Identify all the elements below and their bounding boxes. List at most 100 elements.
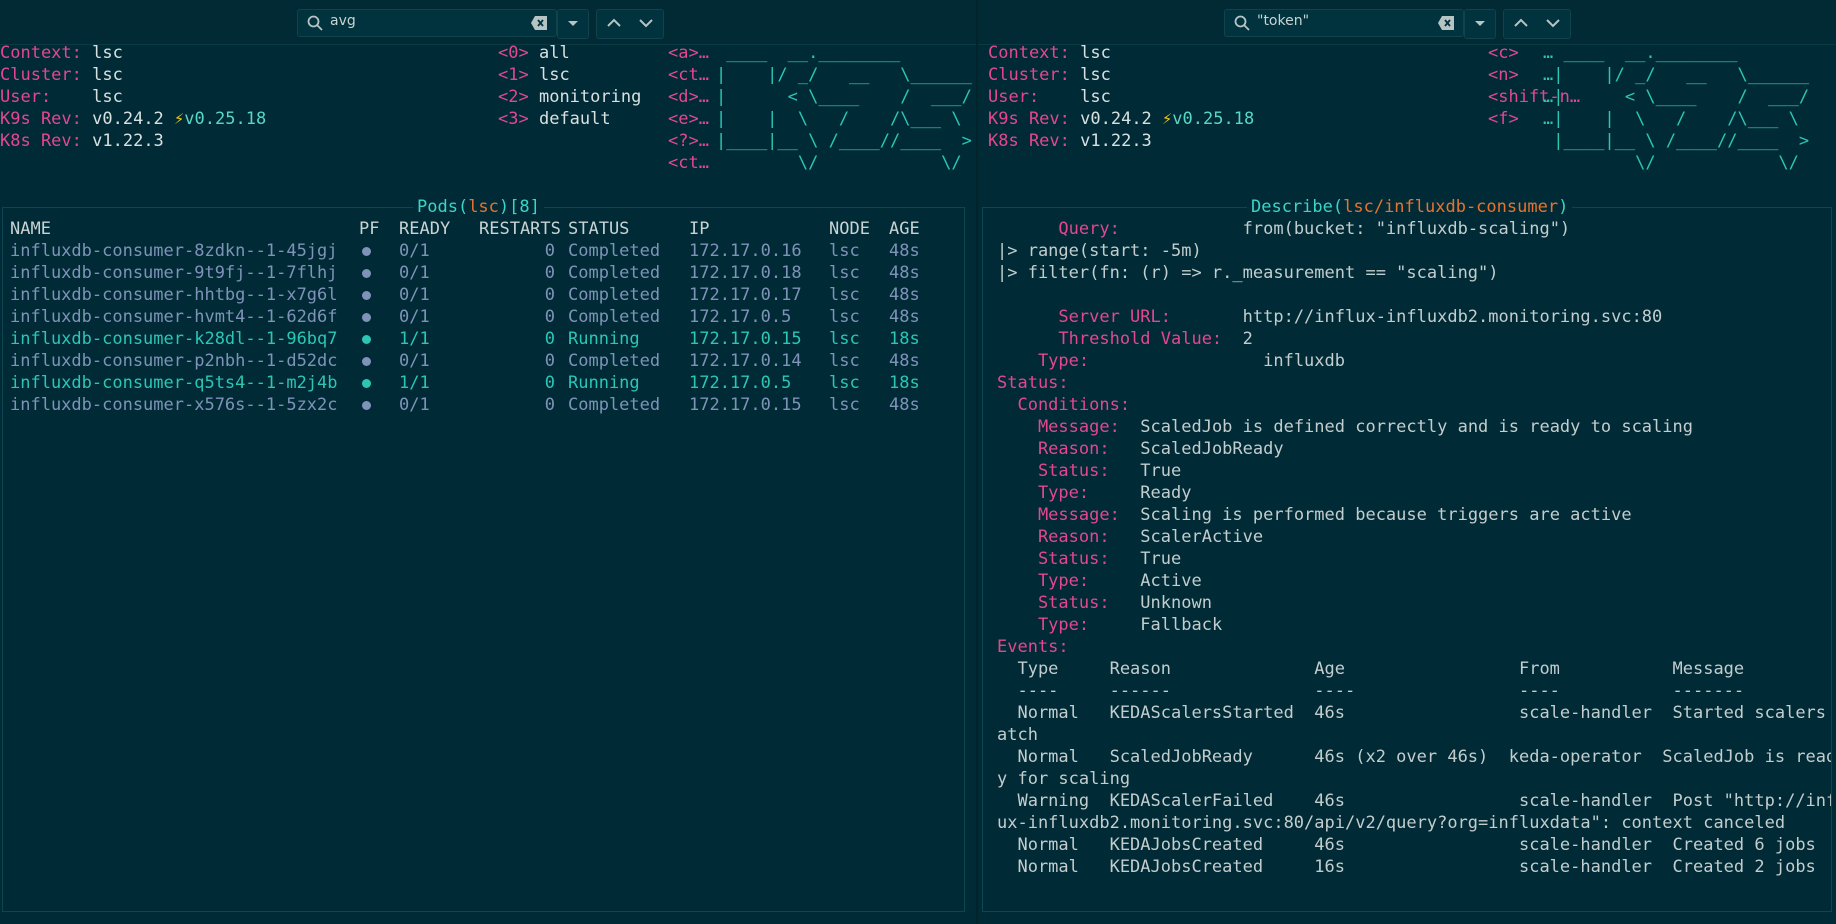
left-search-field[interactable]: avg bbox=[297, 9, 557, 37]
chevron-up-icon[interactable] bbox=[606, 17, 622, 29]
hotkey[interactable]: <e>… bbox=[668, 108, 709, 130]
describe-key: Type: bbox=[997, 571, 1090, 591]
hotkey[interactable]: <?>… bbox=[668, 130, 709, 152]
table-row[interactable]: influxdb-consumer-hvmt4--1-62d6f 0/1 0 Comp… bbox=[3, 306, 964, 328]
right-terminal-pane[interactable]: "token" Context: lsc Cluster: lsc User: ls… bbox=[978, 0, 1836, 924]
describe-line: Type: Fallback bbox=[997, 614, 1222, 636]
describe-line: Normal KEDAJobsCreated 46s scale-handler… bbox=[997, 834, 1815, 856]
right-search-input[interactable]: "token" bbox=[1257, 13, 1309, 29]
describe-line: Events: bbox=[997, 636, 1069, 658]
cell-restarts: 0 bbox=[544, 395, 555, 415]
clear-search-icon[interactable] bbox=[1437, 15, 1455, 31]
table-row[interactable]: influxdb-consumer-k28dl--1-96bq7 1/1 0 Runn… bbox=[3, 328, 964, 350]
describe-key: Reason: bbox=[997, 439, 1110, 459]
cell-age: 48s bbox=[889, 241, 920, 261]
cell-name: influxdb-consumer-8zdkn--1-45jgj bbox=[10, 241, 338, 261]
info-value: lsc bbox=[92, 43, 123, 63]
cell-ready: 1/1 bbox=[399, 373, 430, 393]
describe-value: ---- ------ ---- ---- ------- bbox=[997, 681, 1745, 701]
describe-key: Reason: bbox=[997, 527, 1110, 547]
describe-line: Threshold Value: 2 bbox=[997, 328, 1252, 350]
chevron-down-icon[interactable] bbox=[638, 17, 654, 29]
hotkey[interactable]: <f> bbox=[1488, 108, 1519, 130]
chevron-down-icon[interactable] bbox=[1545, 17, 1561, 29]
left-search-input[interactable]: avg bbox=[330, 13, 356, 29]
info-row: User: lsc bbox=[0, 86, 123, 108]
logo-line: |____|__ \ /____//____ > bbox=[716, 131, 972, 151]
cell-age: 48s bbox=[889, 263, 920, 283]
describe-key: Status: bbox=[997, 373, 1069, 393]
namespace-name: monitoring bbox=[538, 87, 642, 107]
describe-key: Conditions: bbox=[997, 395, 1131, 415]
describe-value: Ready bbox=[1089, 483, 1192, 503]
right-search-field[interactable]: "token" bbox=[1224, 9, 1464, 37]
describe-line: Normal ScaledJobReady 46s (x2 over 46s) … bbox=[997, 746, 1831, 768]
cell-status: Completed bbox=[568, 351, 661, 371]
hotkey[interactable]: <ct… bbox=[668, 64, 709, 86]
left-search-options-button[interactable] bbox=[557, 9, 589, 39]
describe-line: Message: Scaling is performed because tr… bbox=[997, 504, 1632, 526]
cell-restarts: 0 bbox=[544, 285, 555, 305]
column-header-node[interactable]: NODE bbox=[829, 218, 870, 240]
hotkey[interactable]: <n> bbox=[1488, 64, 1519, 86]
left-terminal-pane[interactable]: avg Context: lsc Cluster: lsc User: lsc K9s… bbox=[0, 0, 976, 924]
namespace-name: default bbox=[538, 109, 611, 129]
table-row[interactable]: influxdb-consumer-x576s--1-5zx2c 0/1 0 Comp… bbox=[3, 394, 964, 416]
cell-age: 48s bbox=[889, 351, 920, 371]
namespace-default[interactable]: <3> default bbox=[498, 108, 611, 130]
table-row[interactable]: influxdb-consumer-9t9fj--1-7flhj 0/1 0 Comp… bbox=[3, 262, 964, 284]
cell-restarts: 0 bbox=[544, 263, 555, 283]
chevron-up-icon[interactable] bbox=[1513, 17, 1529, 29]
describe-output[interactable]: Query: from(bucket: "influxdb-scaling") |… bbox=[983, 208, 1831, 911]
column-header-ip[interactable]: IP bbox=[689, 218, 709, 240]
cell-ip: 172.17.0.5 bbox=[689, 373, 792, 393]
describe-line: Query: from(bucket: "influxdb-scaling") bbox=[997, 218, 1570, 240]
info-label: K9s Rev: bbox=[0, 109, 82, 129]
describe-value: Fallback bbox=[1089, 615, 1223, 635]
describe-value: Type Reason Age From Message bbox=[997, 659, 1745, 679]
column-header-ready[interactable]: READY bbox=[399, 218, 450, 240]
cell-ready: 0/1 bbox=[399, 307, 430, 327]
describe-value: |> range(start: -5m) bbox=[997, 241, 1202, 261]
describe-value: atch bbox=[997, 725, 1038, 745]
hotkey[interactable]: <a>… bbox=[668, 42, 709, 64]
hotkey[interactable]: <d>… bbox=[668, 86, 709, 108]
column-header-status[interactable]: STATUS bbox=[568, 218, 629, 240]
column-header-pf[interactable]: PF bbox=[359, 218, 379, 240]
describe-value: ScaledJob is defined correctly and is re… bbox=[1119, 417, 1693, 437]
describe-line: ---- ------ ---- ---- ------- bbox=[997, 680, 1744, 702]
cell-ip: 172.17.0.16 bbox=[689, 241, 802, 261]
namespace-monitoring[interactable]: <2> monitoring bbox=[498, 86, 641, 108]
table-row[interactable]: influxdb-consumer-p2nbh--1-d52dc 0/1 0 Comp… bbox=[3, 350, 964, 372]
hotkey[interactable]: <ct… bbox=[668, 152, 709, 174]
column-header-name[interactable]: NAME bbox=[10, 218, 51, 240]
chevron-down-icon bbox=[568, 21, 578, 26]
describe-key: Status: bbox=[997, 549, 1110, 569]
namespace-all[interactable]: <0> all bbox=[498, 42, 570, 64]
info-label: Cluster: bbox=[988, 65, 1070, 85]
describe-key: Type: bbox=[997, 351, 1090, 371]
port-forward-indicator bbox=[362, 328, 371, 350]
cell-age: 48s bbox=[889, 307, 920, 327]
column-header-age[interactable]: AGE bbox=[889, 218, 920, 240]
cell-restarts: 0 bbox=[544, 351, 555, 371]
table-row[interactable]: influxdb-consumer-hhtbg--1-x7g6l 0/1 0 Comp… bbox=[3, 284, 964, 306]
table-header: NAME PF READY RESTARTS STATUS IP NODE AGE bbox=[3, 218, 964, 240]
update-version: v0.25.18 bbox=[184, 109, 267, 129]
right-search-options-button[interactable] bbox=[1464, 9, 1496, 39]
describe-value: y for scaling bbox=[997, 769, 1131, 789]
logo-line: |____|__ \ /____//____ > bbox=[1543, 131, 1810, 151]
hotkey[interactable]: <c> bbox=[1488, 42, 1519, 64]
column-header-restarts[interactable]: RESTARTS bbox=[479, 218, 561, 240]
table-row[interactable]: influxdb-consumer-8zdkn--1-45jgj 0/1 0 Comp… bbox=[3, 240, 964, 262]
table-row[interactable]: influxdb-consumer-q5ts4--1-m2j4b 1/1 0 Runn… bbox=[3, 372, 964, 394]
logo-line: | < \____ / ___/ bbox=[716, 87, 972, 107]
describe-line: |> range(start: -5m) bbox=[997, 240, 1202, 262]
info-row: K9s Rev: v0.24.2 ⚡v0.25.18 bbox=[988, 108, 1254, 130]
logo-line: …| |/ _/ __ \______ bbox=[1543, 65, 1810, 85]
clear-search-icon[interactable] bbox=[530, 15, 548, 31]
namespace-lsc[interactable]: <1> lsc bbox=[498, 64, 570, 86]
describe-line: Server URL: http://influx-influxdb2.moni… bbox=[997, 306, 1662, 328]
describe-line: y for scaling bbox=[997, 768, 1130, 790]
cell-name: influxdb-consumer-k28dl--1-96bq7 bbox=[10, 329, 338, 349]
